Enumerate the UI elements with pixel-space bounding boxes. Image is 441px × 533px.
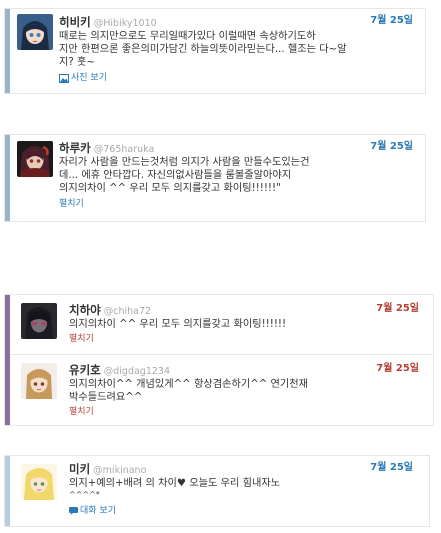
- tweet-text: 자리가 사람을 만드는것처럼 의지가 사람을 만들수도있는건 데... 에휴 안…: [59, 156, 417, 195]
- user-handle[interactable]: @mikinano: [93, 465, 146, 476]
- tweet-card-miki[interactable]: 미키 @mikinano 7월 25일 의지+예의+배려 의 차이♥ 오늘도 우리…: [4, 455, 430, 527]
- tweet-date[interactable]: 7월 25일: [370, 13, 413, 29]
- avatar[interactable]: [21, 464, 57, 500]
- user-line: 치하야 @chiha72: [69, 301, 425, 317]
- user-handle[interactable]: @Hibiky1010: [94, 18, 157, 29]
- expand-label: 펼치기: [69, 407, 94, 417]
- tweet-chihaya[interactable]: 치하야 @chiha72 7월 25일 의지의차이 ^^ 우리 모두 의지를갖고 …: [5, 301, 433, 345]
- tweet-text-line: 데... 에휴 안타깝다. 자신의없사람들을 룸볼줄알아야지: [59, 170, 292, 181]
- view-photo-link[interactable]: 사진 보기: [59, 72, 417, 84]
- display-name[interactable]: 유키호: [69, 363, 101, 377]
- tweet-text-line: 지만 한편으론 좋은의미가담긴 하늘의뜻이라믿는다... 헬조는 다~알: [59, 44, 347, 55]
- user-line: 미키 @mikinano: [69, 460, 421, 476]
- view-conversation-link[interactable]: 대화 보기: [69, 505, 421, 517]
- user-line: 유키호 @digdag1234: [69, 361, 425, 377]
- tweet-date[interactable]: 7월 25일: [370, 139, 413, 155]
- tweet-date[interactable]: 7월 25일: [376, 361, 419, 377]
- avatar[interactable]: [17, 141, 53, 177]
- tweet-text: 의지의차이 ^^ 우리 모두 의지를갖고 화이팅!!!!!!: [69, 318, 425, 331]
- user-handle[interactable]: @digdag1234: [104, 366, 170, 377]
- tweet-text-small: ^^^^*: [69, 490, 100, 499]
- tweet-text-line: 박수들드려요^^: [69, 392, 143, 403]
- tweet-card-haruka[interactable]: 하루카 @765haruka 7월 25일 자리가 사람을 만드는것처럼 의지가 …: [4, 134, 426, 222]
- avatar[interactable]: [21, 303, 57, 339]
- user-line: 히비키 @Hibiky1010: [59, 13, 417, 29]
- expand-label: 펼치기: [69, 334, 94, 344]
- expand-link[interactable]: 펼치기: [69, 406, 425, 418]
- tweet-text-line: 의지의차이^^ 개념있게^^ 항상겸손하기^^ 연기천재: [69, 379, 309, 390]
- tweet-text-line: 의지의차이 ^^ 우리 모두 의지를갖고 화이팅!!!!!!": [59, 183, 281, 194]
- user-line: 하루카 @765haruka: [59, 139, 417, 155]
- conversation-group: 치하야 @chiha72 7월 25일 의지의차이 ^^ 우리 모두 의지를갖고 …: [4, 294, 434, 426]
- expand-label: 펼치기: [59, 199, 84, 209]
- tweet-text-line: 지? 훗~: [59, 57, 95, 68]
- tweet-text-line: 의지의차이 ^^ 우리 모두 의지를갖고 화이팅!!!!!!: [69, 319, 287, 330]
- view-photo-label: 사진 보기: [71, 73, 107, 83]
- tweet-card-hibiki[interactable]: 히비키 @Hibiky1010 7월 25일 때로는 의지만으로도 무리일때가있다…: [4, 8, 426, 94]
- view-conversation-label: 대화 보기: [80, 506, 116, 516]
- display-name[interactable]: 하루카: [59, 141, 91, 155]
- display-name[interactable]: 미키: [69, 462, 90, 476]
- avatar[interactable]: [21, 363, 57, 399]
- display-name[interactable]: 치하야: [69, 303, 101, 317]
- expand-link[interactable]: 펼치기: [69, 333, 425, 345]
- tweet-date[interactable]: 7월 25일: [376, 301, 419, 317]
- tweet-date[interactable]: 7월 25일: [370, 460, 413, 476]
- display-name[interactable]: 히비키: [59, 15, 91, 29]
- tweet-text-line: 때로는 의지만으로도 무리일때가있다 이럴때면 속상하기도하: [59, 31, 316, 42]
- user-handle[interactable]: @765haruka: [94, 144, 155, 155]
- speech-bubble-icon: [69, 507, 78, 515]
- tweet-text-line: 의지+예의+배려 의 차이♥ 오늘도 우리 힘내자노: [69, 478, 281, 489]
- tweet-text: 때로는 의지만으로도 무리일때가있다 이럴때면 속상하기도하 지만 한편으론 좋…: [59, 30, 417, 69]
- user-handle[interactable]: @chiha72: [104, 306, 151, 317]
- tweet-text: 의지의차이^^ 개념있게^^ 항상겸손하기^^ 연기천재 박수들드려요^^: [69, 378, 425, 404]
- tweet-text: 의지+예의+배려 의 차이♥ 오늘도 우리 힘내자노: [69, 477, 421, 490]
- expand-link[interactable]: 펼치기: [59, 198, 417, 210]
- tweet-yukiho[interactable]: 유키호 @digdag1234 7월 25일 의지의차이^^ 개념있게^^ 항상겸…: [5, 361, 433, 418]
- tweet-text-line: 자리가 사람을 만드는것처럼 의지가 사람을 만들수도있는건: [59, 157, 310, 168]
- photo-icon: [59, 73, 69, 83]
- avatar[interactable]: [17, 14, 53, 50]
- divider: [10, 354, 433, 355]
